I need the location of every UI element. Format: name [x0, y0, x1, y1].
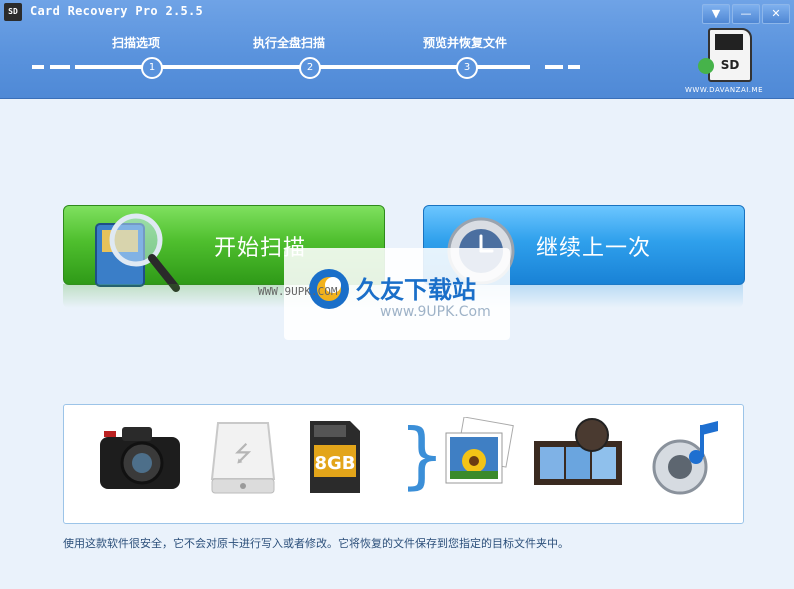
step-track-dash	[545, 65, 563, 69]
sd-chip	[715, 34, 743, 50]
usb-drive-icon: ⭍	[210, 422, 276, 494]
sd-capacity-label: 8GB	[314, 453, 355, 474]
step-number-3: 3	[456, 57, 478, 79]
safety-note: 使用这款软件很安全，它不会对原卡进行写入或者修改。它将恢复的文件保存到您指定的目…	[63, 537, 569, 550]
photos-icon	[445, 417, 514, 484]
film-icon	[534, 418, 622, 485]
media-group-brace: }	[399, 413, 445, 497]
step-track-dash	[50, 65, 70, 69]
brand-site: WWW.DAVANZAI.ME	[685, 86, 763, 94]
step-label-full-scan: 执行全盘扫描	[252, 36, 326, 50]
sd-card-icon: 8GB	[310, 421, 360, 493]
brand-sd-card-icon: SD	[708, 28, 752, 82]
watermark-overlay: 久友下载站 WWW.9UPK.COM www.9UPK.Com	[258, 248, 510, 340]
speaker-music-icon	[652, 421, 718, 495]
sd-magnifier-icon	[95, 213, 180, 292]
green-arrow-icon	[698, 58, 714, 74]
watermark-url-right: www.9UPK.Com	[380, 304, 491, 320]
watermark-url-left: WWW.9UPK.COM	[258, 285, 338, 298]
menu-dropdown-button[interactable]: ▼	[702, 4, 730, 24]
minimize-button[interactable]: —	[732, 4, 760, 24]
continue-last-label: 继续上一次	[536, 236, 652, 261]
camera-icon	[100, 427, 180, 489]
close-button[interactable]: ✕	[762, 4, 790, 24]
step-label-scan-options: 扫描选项	[111, 36, 161, 50]
window-title: Card Recovery Pro 2.5.5	[30, 4, 204, 18]
step-number-1: 1	[141, 57, 163, 79]
step-track-dash	[568, 65, 580, 69]
step-label-preview-recover: 预览并恢复文件	[422, 36, 508, 50]
sd-app-icon: SD	[4, 3, 22, 21]
svg-text:⭍: ⭍	[234, 442, 252, 467]
header-bar: SD Card Recovery Pro 2.5.5 ▼ — ✕ 扫描选项 执行…	[0, 0, 794, 99]
step-track-dash	[32, 65, 44, 69]
step-number-2: 2	[299, 57, 321, 79]
brand-badge-text: SD	[720, 58, 740, 72]
watermark-title: 久友下载站	[356, 276, 476, 304]
window-controls: ▼ — ✕	[702, 4, 790, 24]
supported-media-panel: ⭍ 8GB }	[63, 404, 744, 524]
